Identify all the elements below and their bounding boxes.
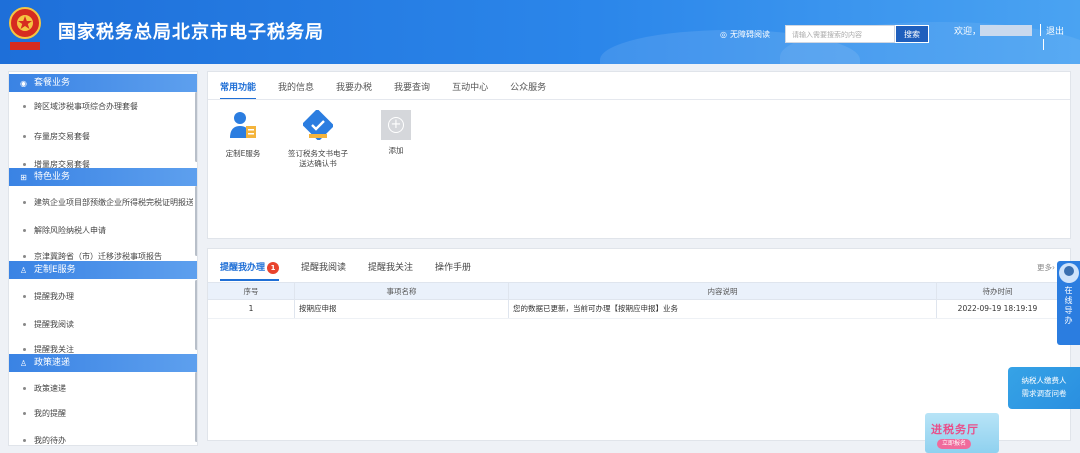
tab-divider (208, 99, 1070, 100)
online-guide-button[interactable]: 在线导办 (1057, 261, 1080, 345)
sidebar-section-label: 套餐业务 (34, 78, 71, 88)
column-header: 内容说明 (509, 283, 937, 299)
top-tabs: 常用功能 我的信息 我要办税 我要查询 互动中心 公众服务 (220, 80, 546, 100)
survey-button[interactable]: 纳税人缴费人 需求调查问卷 (1008, 367, 1080, 409)
chevron-right-icon: › (1052, 263, 1055, 272)
tab-interaction[interactable]: 互动中心 (452, 80, 488, 100)
sidebar-item-label: 我的待办 (34, 436, 66, 445)
function-label: 添加 (388, 146, 404, 155)
online-guide-label: 在线导办 (1064, 286, 1073, 326)
username-redacted (980, 25, 1032, 36)
function-label: 签订税务文书电子送达确认书 (288, 149, 348, 168)
package-icon: ◉ (20, 78, 27, 88)
sidebar-section-label: 特色业务 (34, 172, 71, 182)
tab-my-info[interactable]: 我的信息 (278, 80, 314, 100)
sidebar-item-label: 提醒我阅读 (34, 320, 74, 329)
sidebar-scrollbar[interactable] (195, 92, 197, 162)
table-header: 序号 事项名称 内容说明 待办时间 (208, 282, 1058, 300)
sidebar-item[interactable]: 提醒我阅读 (9, 314, 193, 336)
divider (1043, 39, 1044, 50)
column-header: 序号 (208, 283, 295, 299)
promo-button[interactable]: 立即报名 (937, 439, 971, 449)
sidebar-item[interactable]: 提醒我办理 (9, 286, 193, 308)
tab-label: 提醒我办理 (220, 263, 266, 273)
table-cell: 1 (208, 300, 295, 318)
divider (1040, 24, 1041, 36)
site-title: 国家税务总局北京市电子税务局 (58, 22, 324, 43)
accessibility-label: 无障碍阅读 (729, 30, 770, 39)
sidebar-item-label: 我的提醒 (34, 409, 66, 418)
sidebar-item[interactable]: 我的提醒 (9, 403, 193, 425)
sidebar-item-label: 提醒我关注 (34, 345, 74, 354)
sidebar-item-label: 提醒我办理 (34, 292, 74, 301)
table-cell: 您的数据已更新，当前可办理【按期应申报】业务 (509, 300, 937, 318)
agent-avatar-icon (1058, 263, 1079, 283)
function-label: 定制E服务 (225, 149, 261, 158)
more-label: 更多 (1037, 263, 1052, 272)
sidebar-section-label: 政策速递 (34, 358, 71, 368)
count-badge: 1 (267, 262, 280, 274)
sidebar-section-policy[interactable]: ♙ 政策速递 (9, 354, 197, 372)
sidebar-item[interactable]: 跨区域涉税事项综合办理套餐 (9, 96, 193, 118)
sidebar: ◉ 套餐业务 跨区域涉税事项综合办理套餐 存量房交易套餐 增量房交易套餐 ⊞ 特… (8, 71, 198, 446)
table-row[interactable]: 1 按期应申报 您的数据已更新，当前可办理【按期应申报】业务 2022-09-1… (208, 300, 1058, 319)
tab-public-service[interactable]: 公众服务 (510, 80, 546, 100)
function-add[interactable]: + 添加 (366, 110, 426, 156)
sidebar-item[interactable]: 解除风险纳税人申请 (9, 220, 193, 242)
eye-icon: ◎ (720, 30, 727, 39)
more-link[interactable]: 更多› (1037, 262, 1055, 273)
sidebar-item-label: 京津冀跨省（市）迁移涉税事项报告 (34, 252, 162, 261)
add-icon: + (381, 110, 411, 140)
sign-document-icon (302, 109, 334, 141)
logout-link[interactable]: 退出 (1046, 24, 1064, 37)
column-header: 待办时间 (982, 287, 1013, 296)
promo-title: 进税务厅 (931, 423, 979, 436)
user-icon: ♙ (19, 265, 28, 275)
sidebar-item-label: 跨区域涉税事项综合办理套餐 (34, 102, 138, 111)
sidebar-scrollbar[interactable] (195, 186, 197, 256)
welcome-text: 欢迎， (954, 27, 982, 37)
search-input[interactable]: 请输入需要搜索的内容 (785, 25, 895, 43)
search-button[interactable]: 搜索 (895, 25, 929, 43)
table-cell[interactable]: 按期应申报 (295, 300, 509, 318)
table-cell: 2022-09-19 18:19:19 (957, 304, 1038, 313)
promo-banner[interactable]: 进税务厅 立即报名 (925, 413, 999, 453)
tab-manual[interactable]: 操作手册 (435, 260, 471, 281)
reminder-tabs: 提醒我办理 1 提醒我阅读 提醒我关注 操作手册 (220, 260, 471, 281)
sidebar-item-label: 建筑企业项目部预缴企业所得税完税证明报送 (34, 198, 193, 207)
sidebar-section-special[interactable]: ⊞ 特色业务 (9, 168, 197, 186)
tab-common[interactable]: 常用功能 (220, 80, 257, 100)
sidebar-item[interactable]: 我的待办 (9, 430, 193, 445)
tax-emblem-icon (9, 7, 41, 50)
sidebar-item[interactable]: 存量房交易套餐 (9, 126, 193, 148)
function-custom-service[interactable]: 定制E服务 (213, 110, 273, 159)
tab-remind-follow[interactable]: 提醒我关注 (368, 260, 413, 281)
tab-remind-handle[interactable]: 提醒我办理 1 (220, 260, 280, 281)
tab-query[interactable]: 我要查询 (394, 80, 430, 100)
sidebar-item-label: 存量房交易套餐 (34, 132, 90, 141)
header-bar: 国家税务总局北京市电子税务局 ◎ 无障碍阅读 请输入需要搜索的内容 搜索 欢迎，… (0, 0, 1080, 64)
sidebar-scrollbar[interactable] (195, 280, 197, 350)
sidebar-item[interactable]: 建筑企业项目部预缴企业所得税完税证明报送 (9, 192, 193, 214)
survey-label: 纳税人缴费人 (1021, 376, 1067, 385)
function-sign-document[interactable]: 签订税务文书电子送达确认书 (288, 109, 348, 169)
sidebar-section-custom[interactable]: ♙ 定制E服务 (9, 261, 197, 279)
sidebar-scrollbar[interactable] (195, 372, 197, 442)
sidebar-item-label: 解除风险纳税人申请 (34, 226, 106, 235)
common-functions-panel: 常用功能 我的信息 我要办税 我要查询 互动中心 公众服务 定制E服务 签订税务… (207, 71, 1071, 239)
user-icon: ♙ (19, 358, 28, 368)
tab-tax-handle[interactable]: 我要办税 (336, 80, 372, 100)
grid-icon: ⊞ (20, 172, 27, 182)
sidebar-section-label: 定制E服务 (34, 265, 76, 275)
sidebar-section-package[interactable]: ◉ 套餐业务 (9, 74, 197, 92)
accessibility-link[interactable]: ◎ 无障碍阅读 (720, 29, 770, 40)
tab-remind-read[interactable]: 提醒我阅读 (301, 260, 346, 281)
survey-label: 需求调查问卷 (1021, 389, 1067, 398)
sidebar-item[interactable]: 政策速递 (9, 378, 193, 400)
custom-service-icon (230, 112, 256, 138)
column-header: 事项名称 (295, 283, 509, 299)
sidebar-item-label: 政策速递 (34, 384, 66, 393)
